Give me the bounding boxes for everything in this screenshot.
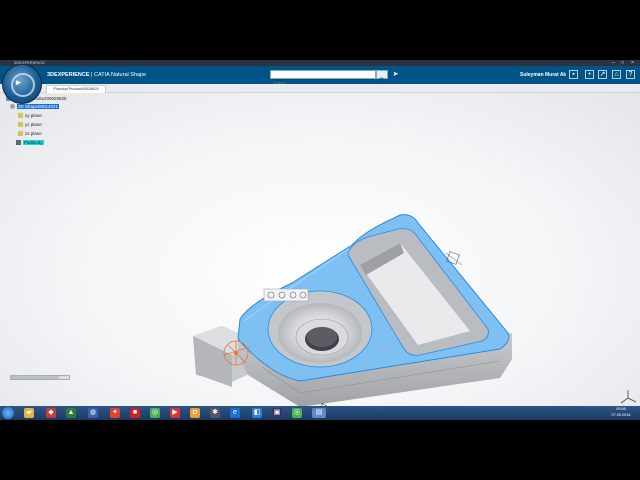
compass-play-icon: ▸ <box>16 77 21 87</box>
context-toolbar[interactable] <box>263 288 309 302</box>
system-clock[interactable]: 09:56 07.09.2016 <box>606 407 636 418</box>
3d-viewport[interactable]: Physical Product00029625 3D Shape0001402… <box>0 93 640 420</box>
brand-app-name: | CATIA Natural Shape <box>89 72 147 78</box>
plane-icon <box>18 122 23 128</box>
tab-physical-product[interactable]: Physical Product00029625 <box>46 85 106 93</box>
home-icon[interactable]: ⌂ <box>612 70 621 79</box>
compass-ring <box>11 73 35 97</box>
tree-shape[interactable]: 3D Shape00014021 <box>10 103 60 110</box>
start-button[interactable] <box>2 407 14 419</box>
add-icon[interactable]: + <box>585 70 594 79</box>
tree-plane-yz[interactable]: yz plane <box>18 121 42 128</box>
tree-plane-label: zx plane <box>25 131 42 136</box>
model-scene <box>193 214 512 412</box>
app-icon-8[interactable]: ✱ <box>210 408 220 418</box>
app-icon-6[interactable]: ▶ <box>170 408 180 418</box>
tree-partbody-label: PartBody <box>23 140 44 145</box>
top-bar: 3DEXPERIENCE | CATIA Natural Shape ➤ Sul… <box>0 66 640 86</box>
tree-plane-zx[interactable]: zx plane <box>18 130 42 137</box>
search-field[interactable] <box>270 70 376 86</box>
plane-icon <box>18 113 23 119</box>
tree-shape-label: 3D Shape00014021 <box>17 104 60 109</box>
tag-icon[interactable]: ➤ <box>391 70 400 79</box>
app-icon-4[interactable]: ✦ <box>110 408 120 418</box>
user-name[interactable]: Suleyman Murat Ak <box>520 66 566 84</box>
app-icon-10[interactable]: ▣ <box>272 408 282 418</box>
plane-icon <box>18 131 23 137</box>
windows-taskbar: ▰ ◆ ▲ ◍ ✦ ■ ◎ ▶ ◘ ✱ e ◧ ▣ ◎ ▤ 09:56 07.0… <box>0 406 640 420</box>
tab-bar: Physical Product00029625 <box>0 84 640 93</box>
app-brand: 3DEXPERIENCE | CATIA Natural Shape <box>47 66 146 84</box>
chrome-icon-2[interactable]: ◎ <box>292 408 302 418</box>
app-icon-9[interactable]: ◧ <box>252 408 262 418</box>
catia-window: 3DEXPERIENCE – □ × 3DEXPERIENCE | CATIA … <box>0 60 640 420</box>
search-button[interactable] <box>376 70 388 84</box>
counterbore-hole[interactable] <box>267 290 373 368</box>
app-icon-5[interactable]: ■ <box>130 408 140 418</box>
explorer-icon[interactable]: ▰ <box>24 408 34 418</box>
tree-plane-xy[interactable]: xy plane <box>18 112 42 119</box>
catia-taskbar-icon[interactable]: ▤ <box>312 408 326 418</box>
shape-icon <box>10 104 15 110</box>
app-icon-7[interactable]: ◘ <box>190 408 200 418</box>
compass-icon[interactable]: ▸ <box>2 64 42 104</box>
tree-plane-label: yz plane <box>25 122 42 127</box>
app-icon-3[interactable]: ◍ <box>88 408 98 418</box>
brand-3dexperience: 3DEXPERIENCE <box>47 72 90 78</box>
tree-plane-label: xy plane <box>25 113 42 118</box>
avatar[interactable]: ▪ <box>569 70 578 79</box>
partbody-icon <box>16 140 21 146</box>
tree-partbody[interactable]: PartBody <box>16 139 44 146</box>
share-icon[interactable]: ↗ <box>598 70 607 79</box>
axis-triad-icon[interactable] <box>618 388 638 408</box>
app-icon-2[interactable]: ▲ <box>66 408 76 418</box>
ie-icon[interactable]: e <box>230 408 240 418</box>
help-icon[interactable]: ? <box>626 70 635 79</box>
tree-scrollbar[interactable] <box>10 375 70 380</box>
chrome-icon[interactable]: ◎ <box>150 408 160 418</box>
scrollbar-thumb[interactable] <box>11 376 59 379</box>
clock-date: 07.09.2016 <box>611 412 631 417</box>
app-icon-1[interactable]: ◆ <box>46 408 56 418</box>
search-icon <box>379 77 385 84</box>
